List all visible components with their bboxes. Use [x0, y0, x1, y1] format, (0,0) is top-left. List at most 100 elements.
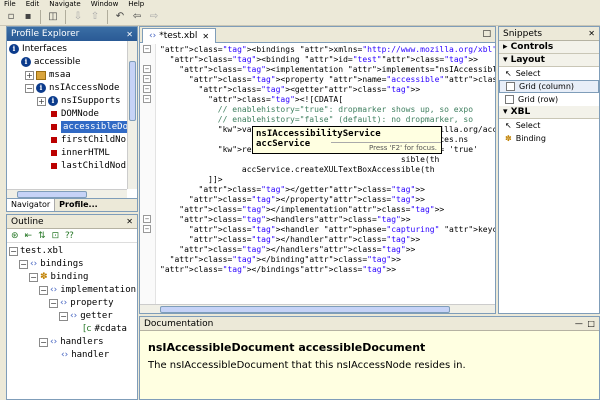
- snippet-item[interactable]: Grid (row): [499, 93, 599, 106]
- expand-icon[interactable]: +: [25, 70, 34, 80]
- save-icon[interactable]: ▪: [21, 10, 35, 24]
- tree-item[interactable]: − ‹› bindings: [19, 258, 84, 270]
- help-icon[interactable]: ⁇: [65, 231, 73, 241]
- snippet-category-layout[interactable]: ▾ Layout: [499, 54, 599, 67]
- maximize-icon[interactable]: □: [482, 29, 491, 39]
- close-icon[interactable]: ✕: [202, 32, 209, 41]
- code-line[interactable]: accService.createXULTextBoxAccessible(th: [160, 165, 435, 175]
- tree-item[interactable]: − ✽ binding: [29, 271, 88, 283]
- fold-toggle-icon[interactable]: −: [143, 85, 151, 93]
- sort-icon[interactable]: ⇅: [38, 231, 46, 241]
- next-annotation-icon[interactable]: ⇩: [71, 10, 85, 24]
- fold-toggle-icon[interactable]: −: [143, 75, 151, 83]
- tree-item-selected[interactable]: accessibleDo: [49, 121, 131, 133]
- code-line[interactable]: "attr">class="tag"></binding"attr">class…: [160, 255, 401, 265]
- tree-item[interactable]: i accessible: [21, 56, 81, 68]
- code-line[interactable]: "attr">class="tag"><![CDATA[: [160, 95, 343, 105]
- close-icon[interactable]: ✕: [126, 30, 134, 39]
- collapse-all-icon[interactable]: ⇤: [25, 231, 33, 241]
- snippet-item[interactable]: ↖ Select: [499, 67, 599, 80]
- tree-item-label: firstChildNo: [61, 135, 127, 145]
- close-icon[interactable]: ✕: [588, 29, 596, 38]
- tab-navigator[interactable]: Navigator: [7, 199, 56, 211]
- collapse-icon[interactable]: −: [29, 272, 38, 282]
- code-line[interactable]: "attr">class="tag"><bindings "attr">xmln…: [160, 45, 495, 55]
- vertical-scrollbar[interactable]: [127, 41, 137, 189]
- collapse-icon[interactable]: −: [19, 259, 28, 269]
- tree-item[interactable]: ‹› handler: [61, 349, 109, 361]
- tab-profile[interactable]: Profile...: [55, 199, 102, 211]
- code-line[interactable]: ]]>: [160, 175, 222, 185]
- snippet-item[interactable]: ✽ Binding: [499, 132, 599, 145]
- forward-icon[interactable]: ⇨: [147, 10, 161, 24]
- menu-help[interactable]: Help: [128, 0, 144, 8]
- filter-icon[interactable]: ⊡: [52, 231, 60, 241]
- code-line[interactable]: "attr">class="tag"><handlers"attr">class…: [160, 215, 410, 225]
- menu-navigate[interactable]: Navigate: [49, 0, 80, 8]
- tree-item[interactable]: innerHTML: [49, 147, 110, 159]
- code-line[interactable]: "attr">class="tag"><getter"attr">class="…: [160, 85, 421, 95]
- code-line[interactable]: "attr">class="tag"><handler "attr">phase…: [160, 225, 495, 235]
- code-line[interactable]: "attr">class="tag"><implementation "attr…: [160, 65, 495, 75]
- code-line[interactable]: "attr">class="tag"></implementation"attr…: [160, 205, 444, 215]
- close-icon[interactable]: ✕: [126, 217, 134, 226]
- code-area[interactable]: − − − − − − − "attr">class="tag"><bindin…: [140, 44, 495, 313]
- menu-edit[interactable]: Edit: [26, 0, 40, 8]
- tree-item[interactable]: − ‹› property: [49, 297, 114, 309]
- code-line[interactable]: // enablehistory="false" (default): no d…: [160, 115, 473, 125]
- scrollbar-thumb[interactable]: [129, 61, 136, 121]
- tree-item[interactable]: i Interfaces: [9, 43, 67, 55]
- new-file-icon[interactable]: ▫: [4, 10, 18, 24]
- tree-item[interactable]: + msaa: [25, 69, 71, 81]
- profile-tree: i Interfaces i accessible + msaa − i nsI…: [7, 41, 137, 199]
- tree-item[interactable]: − test.xbl: [9, 245, 63, 257]
- fold-toggle-icon[interactable]: −: [143, 225, 151, 233]
- collapse-icon[interactable]: −: [39, 337, 48, 347]
- tree-item[interactable]: − ‹› getter: [59, 310, 113, 322]
- fold-toggle-icon[interactable]: −: [143, 65, 151, 73]
- back-icon[interactable]: ⇦: [130, 10, 144, 24]
- fold-toggle-icon[interactable]: −: [143, 215, 151, 223]
- collapse-icon[interactable]: −: [49, 298, 58, 308]
- expand-icon[interactable]: +: [37, 96, 46, 106]
- code-line[interactable]: "attr">class="tag"></bindings"attr">clas…: [160, 265, 396, 275]
- fold-toggle-icon[interactable]: −: [143, 95, 151, 103]
- tree-item[interactable]: firstChildNo: [49, 134, 126, 146]
- prev-annotation-icon[interactable]: ⇧: [88, 10, 102, 24]
- fold-toggle-icon[interactable]: −: [143, 45, 151, 53]
- window-controls-icon[interactable]: — □: [575, 319, 596, 328]
- refresh-icon[interactable]: ⊛: [11, 231, 19, 241]
- tree-item[interactable]: + i nsISupports: [37, 95, 121, 107]
- menu-file[interactable]: File: [4, 0, 16, 8]
- tree-item[interactable]: − ‹› handlers: [39, 336, 104, 348]
- menu-window[interactable]: Window: [91, 0, 119, 8]
- open-type-icon[interactable]: ◫: [46, 10, 60, 24]
- code-line[interactable]: "attr">class="tag"></getter"attr">class=…: [160, 185, 425, 195]
- code-line[interactable]: "attr">class="tag"><property "attr">name…: [160, 75, 495, 85]
- code-line[interactable]: "attr">class="tag"></property"attr">clas…: [160, 195, 425, 205]
- collapse-icon[interactable]: −: [39, 285, 48, 295]
- code-line[interactable]: sible(th: [160, 155, 440, 165]
- tree-item[interactable]: DOMNode: [49, 108, 99, 120]
- scrollbar-thumb[interactable]: [17, 191, 87, 198]
- snippet-item-selected[interactable]: Grid (column): [499, 80, 599, 93]
- horizontal-scrollbar[interactable]: [140, 304, 495, 313]
- snippet-category-xbl[interactable]: ▾ XBL: [499, 106, 599, 119]
- category-arrow-icon: ▾: [503, 107, 508, 117]
- snippet-category-controls[interactable]: ▸ Controls: [499, 41, 599, 54]
- collapse-icon[interactable]: −: [9, 246, 18, 256]
- tab-test-xbl[interactable]: ‹› *test.xbl ✕: [142, 28, 217, 43]
- code-line[interactable]: "attr">class="tag"></handlers"attr">clas…: [160, 245, 415, 255]
- scrollbar-thumb[interactable]: [160, 306, 450, 313]
- tree-item[interactable]: − ‹› implementation: [39, 284, 136, 296]
- code-line[interactable]: "attr">class="tag"><binding "attr">id="t…: [160, 55, 478, 65]
- tree-item[interactable]: − i nsIAccessNode: [25, 82, 119, 94]
- last-edit-icon[interactable]: ↶: [113, 10, 127, 24]
- tree-item[interactable]: [c #cdata: [83, 323, 127, 335]
- collapse-icon[interactable]: −: [59, 311, 68, 321]
- tree-item[interactable]: lastChildNod: [49, 160, 126, 172]
- code-line[interactable]: "attr">class="tag"></handler"attr">class…: [160, 235, 420, 245]
- code-line[interactable]: // enablehistory="true": dropmarker show…: [160, 105, 473, 115]
- snippet-item[interactable]: ↖ Select: [499, 119, 599, 132]
- collapse-icon[interactable]: −: [25, 83, 34, 93]
